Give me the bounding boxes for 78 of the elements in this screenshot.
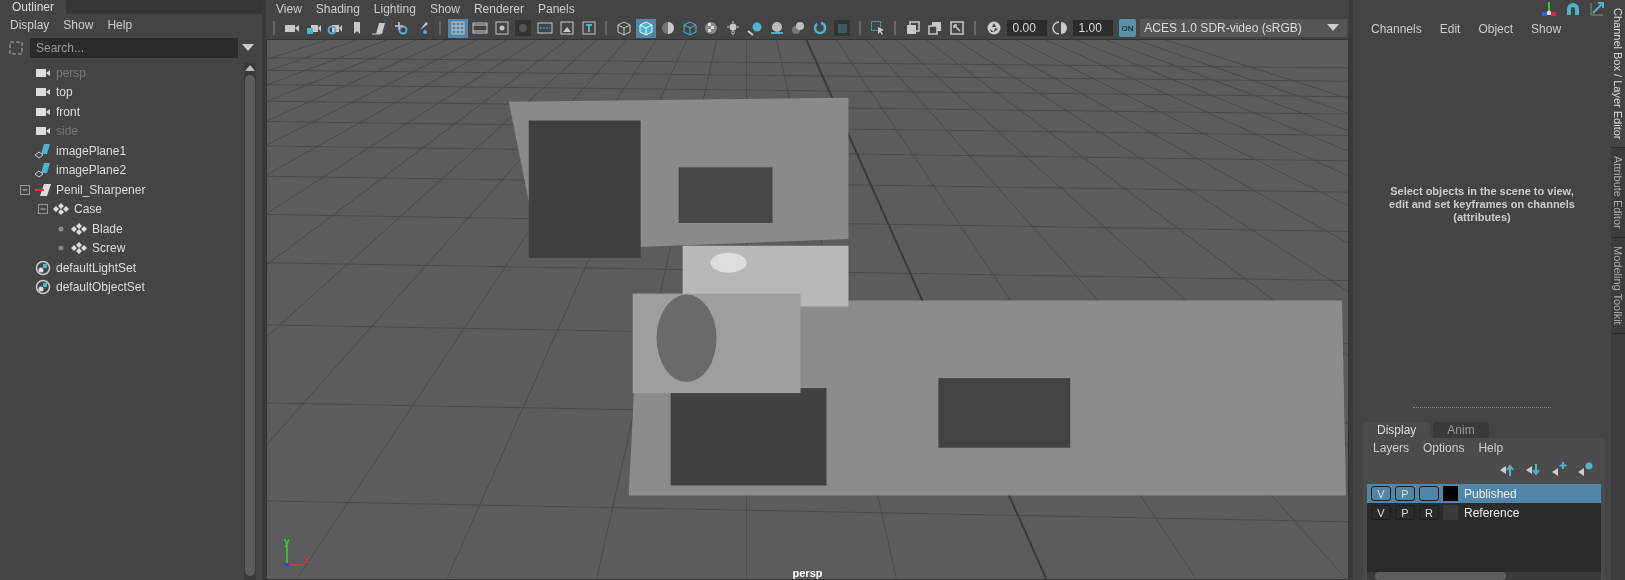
outliner-item[interactable]: defaultObjectSet bbox=[56, 280, 145, 295]
menu-item[interactable]: Lighting bbox=[373, 1, 416, 16]
menu-item[interactable]: Options bbox=[1423, 441, 1465, 455]
axis-triad-icon[interactable] bbox=[1541, 1, 1557, 17]
3d-viewport[interactable]: y x persp bbox=[266, 39, 1349, 580]
menu-item[interactable]: View bbox=[276, 1, 302, 16]
menu-item[interactable]: Channels bbox=[1371, 22, 1422, 36]
diamond-cluster-icon bbox=[70, 220, 88, 237]
outliner-item[interactable]: defaultLightSet bbox=[56, 260, 137, 275]
playback-toggle[interactable]: P bbox=[1395, 505, 1415, 520]
image-plane-icon bbox=[34, 142, 52, 159]
outliner-item[interactable]: top bbox=[56, 85, 73, 100]
group-icon bbox=[34, 181, 52, 198]
diamond-cluster-icon bbox=[52, 201, 70, 218]
menu-item[interactable]: Edit bbox=[1439, 22, 1461, 36]
display-type-toggle[interactable] bbox=[1419, 486, 1439, 501]
image-plane-icon bbox=[34, 162, 52, 179]
outliner-item[interactable]: imagePlane1 bbox=[56, 143, 127, 158]
panel-splitter[interactable] bbox=[1413, 407, 1551, 410]
scrollbar-thumb[interactable] bbox=[245, 75, 255, 576]
side-tab[interactable]: Attribute Editor bbox=[1611, 148, 1625, 239]
grid-icon[interactable] bbox=[448, 18, 468, 38]
menu-item[interactable]: Help bbox=[1478, 441, 1504, 455]
set-icon bbox=[34, 259, 52, 276]
menu-item[interactable]: Display bbox=[10, 18, 50, 32]
layer-editor-tab[interactable]: Display bbox=[1363, 422, 1431, 438]
outliner-item[interactable]: Blade bbox=[92, 221, 123, 236]
menu-item[interactable]: Show bbox=[63, 18, 94, 32]
diamond-cluster-icon bbox=[70, 240, 88, 257]
outliner-item[interactable]: Case bbox=[74, 202, 102, 217]
search-field[interactable]: Search... bbox=[30, 38, 238, 58]
exposure-field[interactable]: 0.00 bbox=[1006, 20, 1047, 36]
outliner-item[interactable]: front bbox=[56, 104, 80, 119]
add-selected-layer-icon[interactable] bbox=[1577, 461, 1593, 477]
outliner-item[interactable]: Screw bbox=[92, 241, 126, 256]
color-space-dropdown[interactable]: ACES 1.0 SDR-video (sRGB) bbox=[1140, 19, 1347, 37]
dropdown-caret-icon[interactable] bbox=[242, 44, 254, 52]
aperture-icon[interactable] bbox=[985, 20, 1002, 36]
axis-label: y bbox=[284, 537, 290, 547]
menu-item[interactable]: Help bbox=[107, 18, 133, 32]
outliner-item[interactable]: imagePlane2 bbox=[56, 163, 127, 178]
magnet-icon[interactable] bbox=[1565, 1, 1581, 17]
side-tab[interactable]: Modeling Toolkit bbox=[1611, 238, 1625, 334]
menu-item[interactable]: Panels bbox=[537, 1, 575, 16]
menu-item[interactable]: Renderer bbox=[473, 1, 524, 16]
horizontal-scrollbar[interactable] bbox=[1367, 572, 1601, 580]
collapse-toggle-icon[interactable] bbox=[20, 184, 30, 195]
set-icon bbox=[34, 279, 52, 296]
empty-channel-message: Select objects in the scene to view, edit and set keyframes on channels (attributes) bbox=[1388, 184, 1576, 224]
diagonal-arrow-icon[interactable] bbox=[1589, 1, 1605, 17]
layer-row[interactable]: V P Published bbox=[1367, 484, 1601, 503]
menu-item[interactable]: Show bbox=[1531, 22, 1562, 36]
layer-editor-tab[interactable]: Anim bbox=[1433, 422, 1489, 438]
layer-color-swatch[interactable] bbox=[1443, 486, 1458, 501]
camera-name: persp bbox=[792, 567, 823, 579]
visibility-toggle[interactable]: V bbox=[1371, 505, 1391, 520]
menu-item[interactable]: Show bbox=[429, 1, 460, 16]
collapse-toggle-icon[interactable] bbox=[38, 204, 48, 215]
layer-name: Published bbox=[1464, 486, 1517, 501]
half-circle-icon[interactable] bbox=[1051, 20, 1068, 36]
menu-item[interactable]: Object bbox=[1478, 22, 1514, 36]
cube-icon[interactable] bbox=[636, 18, 656, 38]
color-management-toggle[interactable]: ON bbox=[1118, 19, 1137, 37]
scroll-up-icon[interactable] bbox=[245, 65, 255, 71]
add-layer-icon[interactable] bbox=[1551, 461, 1567, 477]
display-type-toggle[interactable]: R bbox=[1419, 505, 1439, 520]
gamma-field[interactable]: 1.00 bbox=[1072, 20, 1113, 36]
outliner-item[interactable]: Penil_Sharpener bbox=[56, 182, 146, 197]
dropdown-caret-icon[interactable] bbox=[1326, 24, 1339, 32]
layer-name: Reference bbox=[1464, 505, 1520, 520]
axis-label: x bbox=[304, 555, 310, 565]
move-layer-down-icon[interactable] bbox=[1525, 461, 1541, 477]
layer-row[interactable]: V P R Reference bbox=[1367, 503, 1601, 522]
menu-item[interactable]: Layers bbox=[1373, 441, 1410, 455]
outliner-tab[interactable]: Outliner bbox=[0, 0, 67, 14]
scrollbar[interactable] bbox=[244, 63, 256, 580]
side-tab[interactable]: Channel Box / Layer Editor bbox=[1611, 0, 1625, 149]
menu-item[interactable]: Shading bbox=[315, 1, 360, 16]
